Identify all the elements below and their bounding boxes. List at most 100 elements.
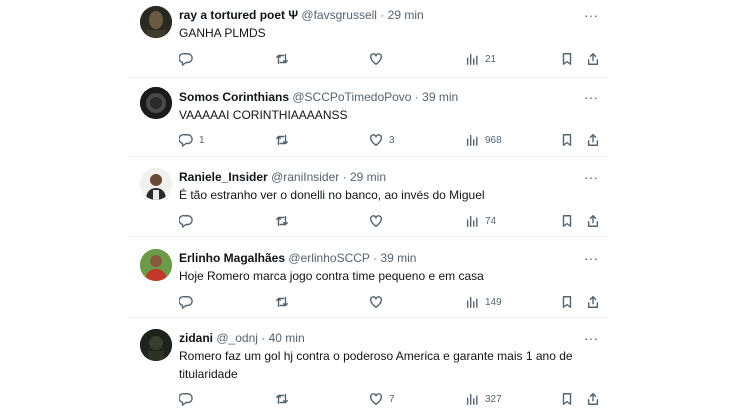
- reply-button[interactable]: [179, 213, 199, 229]
- reply-button[interactable]: [179, 51, 199, 67]
- bookmark-icon: [562, 296, 572, 308]
- share-button[interactable]: [586, 294, 600, 310]
- tweet-feed: ray a tortured poet Ψ @favsgrussell · 29…: [128, 0, 608, 416]
- bookmark-icon: [562, 53, 572, 65]
- avatar-image: [140, 249, 172, 281]
- reply-icon: [179, 296, 193, 309]
- like-button[interactable]: [369, 213, 389, 229]
- retweet-button[interactable]: [275, 294, 295, 310]
- author-handle[interactable]: @SCCPoTimedoPovo: [292, 90, 411, 104]
- avatar[interactable]: [140, 329, 172, 361]
- timestamp[interactable]: 39 min: [380, 251, 416, 265]
- tweet[interactable]: Erlinho Magalhães @erlinhoSCCP · 39 min …: [128, 238, 608, 318]
- more-options-icon[interactable]: ···: [584, 331, 598, 345]
- share-button[interactable]: [586, 213, 600, 229]
- separator: ·: [380, 8, 385, 22]
- bookmark-button[interactable]: [560, 294, 574, 310]
- tweet-text: GANHA PLMDS: [179, 26, 266, 40]
- author-handle[interactable]: @favsgrussell: [301, 8, 377, 22]
- tweet-header: ray a tortured poet Ψ @favsgrussell · 29…: [179, 7, 424, 23]
- timestamp[interactable]: 40 min: [269, 331, 305, 345]
- tweet[interactable]: Somos Corinthians @SCCPoTimedoPovo · 39 …: [128, 79, 608, 157]
- like-button[interactable]: [369, 51, 389, 67]
- share-icon: [587, 215, 599, 227]
- author-handle[interactable]: @raniInsider: [271, 170, 339, 184]
- heart-icon: [370, 215, 382, 227]
- avatar-image: [140, 329, 172, 361]
- reply-icon: [179, 134, 193, 147]
- bookmark-icon: [562, 393, 572, 405]
- heart-icon: [370, 393, 382, 405]
- author-name[interactable]: Raniele_Insider: [179, 170, 268, 184]
- reply-button[interactable]: [179, 391, 199, 407]
- avatar[interactable]: [140, 168, 172, 200]
- avatar[interactable]: [140, 87, 172, 119]
- tweet-actions: 74: [179, 213, 599, 229]
- timestamp[interactable]: 29 min: [388, 8, 424, 22]
- view-count: 327: [485, 393, 502, 405]
- author-handle[interactable]: @_odnj: [216, 331, 258, 345]
- views-button[interactable]: 968: [465, 132, 502, 148]
- avatar-image: [140, 168, 172, 200]
- view-count: 74: [485, 215, 497, 227]
- more-options-icon[interactable]: ···: [584, 90, 598, 104]
- analytics-icon: [466, 215, 478, 227]
- share-button[interactable]: [586, 132, 600, 148]
- share-button[interactable]: [586, 391, 600, 407]
- analytics-icon: [466, 296, 478, 308]
- views-button[interactable]: 21: [465, 51, 496, 67]
- tweet[interactable]: Raniele_Insider @raniInsider · 29 min ··…: [128, 158, 608, 237]
- tweet-actions: 7 327: [179, 391, 599, 407]
- like-count: 7: [389, 393, 395, 405]
- tweet-text: Romero faz um gol hj contra o poderoso A…: [179, 349, 573, 381]
- heart-icon: [370, 296, 382, 308]
- retweet-button[interactable]: [275, 132, 295, 148]
- reply-button[interactable]: 1: [179, 132, 205, 148]
- author-name[interactable]: zidani: [179, 331, 213, 345]
- more-options-icon[interactable]: ···: [584, 251, 598, 265]
- avatar-image: [140, 87, 172, 119]
- like-button[interactable]: 7: [369, 391, 395, 407]
- tweet-text: É tão estranho ver o donelli no banco, a…: [179, 188, 485, 202]
- view-count: 149: [485, 296, 502, 308]
- analytics-icon: [466, 53, 478, 65]
- author-name[interactable]: ray a tortured poet Ψ: [179, 8, 298, 22]
- share-button[interactable]: [586, 51, 600, 67]
- author-handle[interactable]: @erlinhoSCCP: [288, 251, 369, 265]
- share-icon: [587, 53, 599, 65]
- views-button[interactable]: 327: [465, 391, 502, 407]
- more-options-icon[interactable]: ···: [584, 170, 598, 184]
- separator: ·: [261, 331, 266, 345]
- reply-button[interactable]: [179, 294, 199, 310]
- retweet-icon: [276, 215, 288, 227]
- bookmark-button[interactable]: [560, 51, 574, 67]
- like-button[interactable]: [369, 294, 389, 310]
- bookmark-button[interactable]: [560, 213, 574, 229]
- tweet[interactable]: zidani @_odnj · 40 min ··· Romero faz um…: [128, 319, 608, 416]
- avatar[interactable]: [140, 249, 172, 281]
- tweet-header: Erlinho Magalhães @erlinhoSCCP · 39 min: [179, 250, 416, 266]
- author-name[interactable]: Somos Corinthians: [179, 90, 289, 104]
- bookmark-button[interactable]: [560, 391, 574, 407]
- tweet-text: Hoje Romero marca jogo contra time peque…: [179, 269, 484, 283]
- retweet-button[interactable]: [275, 391, 295, 407]
- views-button[interactable]: 149: [465, 294, 502, 310]
- heart-icon: [370, 53, 382, 65]
- reply-icon: [179, 393, 193, 406]
- tweet[interactable]: ray a tortured poet Ψ @favsgrussell · 29…: [128, 0, 608, 78]
- retweet-button[interactable]: [275, 213, 295, 229]
- retweet-button[interactable]: [275, 51, 295, 67]
- timestamp[interactable]: 29 min: [350, 170, 386, 184]
- timestamp[interactable]: 39 min: [422, 90, 458, 104]
- like-count: 3: [389, 134, 395, 146]
- retweet-icon: [276, 53, 288, 65]
- tweet-header: zidani @_odnj · 40 min: [179, 330, 305, 346]
- bookmark-button[interactable]: [560, 132, 574, 148]
- share-icon: [587, 134, 599, 146]
- views-button[interactable]: 74: [465, 213, 496, 229]
- analytics-icon: [466, 134, 478, 146]
- more-options-icon[interactable]: ···: [584, 8, 598, 22]
- like-button[interactable]: 3: [369, 132, 395, 148]
- avatar[interactable]: [140, 6, 172, 38]
- author-name[interactable]: Erlinho Magalhães: [179, 251, 285, 265]
